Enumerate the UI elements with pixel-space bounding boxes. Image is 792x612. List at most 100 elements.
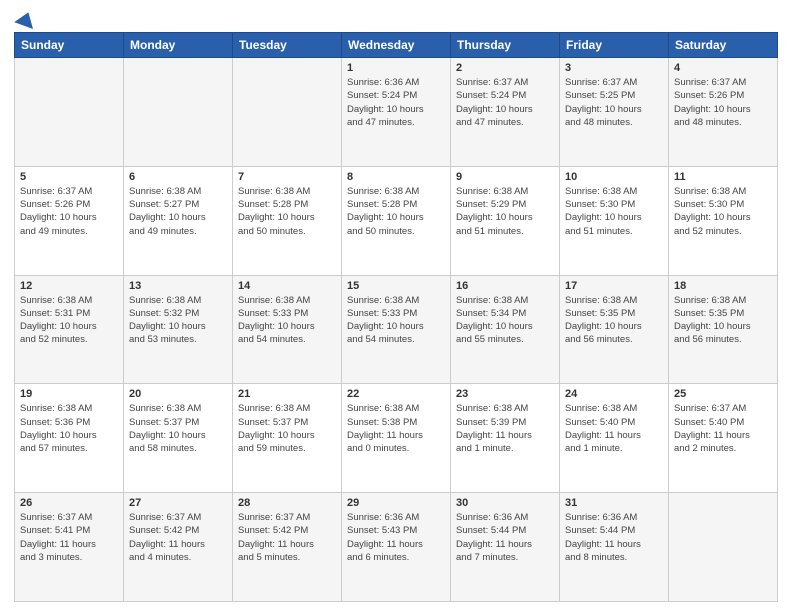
calendar-cell: 16Sunrise: 6:38 AM Sunset: 5:34 PM Dayli… [451,275,560,384]
day-number: 13 [129,280,227,292]
calendar-cell: 10 Sunrise: 6:38 AM Sunset: 5:30 PM Dayli… [560,166,669,275]
calendar-cell: 17 Sunrise: 6:38 AM Sunset: 5:35 PM Dayli… [560,275,669,384]
day-info: Sunrise: 6:37 AM Sunset: 5:25 PM Dayligh… [565,76,663,129]
day-info: Sunrise: 6:38 AM Sunset: 5:33 PM Dayligh… [238,294,336,347]
calendar-cell: 12 Sunrise: 6:38 AM Sunset: 5:31 PM Dayli… [15,275,124,384]
day-info: Sunrise: 6:38 AM Sunset: 5:28 PM Dayligh… [238,185,336,238]
calendar-cell: 19 Sunrise: 6:38 AM Sunset: 5:36 PM Dayli… [15,384,124,493]
calendar-cell: 5 Sunrise: 6:37 AM Sunset: 5:26 PM Daylig… [15,166,124,275]
calendar-cell: 7 Sunrise: 6:38 AM Sunset: 5:28 PM Daylig… [233,166,342,275]
day-info: Sunrise: 6:38 AM Sunset: 5:35 PM Dayligh… [565,294,663,347]
day-info: Sunrise: 6:38 AM Sunset: 5:33 PM Dayligh… [347,294,445,347]
week-row: 5 Sunrise: 6:37 AM Sunset: 5:26 PM Daylig… [15,166,778,275]
day-info: Sunrise: 6:38 AM Sunset: 5:30 PM Dayligh… [565,185,663,238]
calendar-cell: 4 Sunrise: 6:37 AM Sunset: 5:26 PM Daylig… [669,58,778,167]
day-number: 5 [20,171,118,183]
day-info: Sunrise: 6:38 AM Sunset: 5:40 PM Dayligh… [565,402,663,455]
day-info: Sunrise: 6:37 AM Sunset: 5:41 PM Dayligh… [20,511,118,564]
calendar-cell: 20 Sunrise: 6:38 AM Sunset: 5:37 PM Dayli… [124,384,233,493]
header-row: SundayMondayTuesdayWednesdayThursdayFrid… [15,33,778,58]
day-info: Sunrise: 6:36 AM Sunset: 5:43 PM Dayligh… [347,511,445,564]
day-number: 8 [347,171,445,183]
calendar-cell: 21Sunrise: 6:38 AM Sunset: 5:37 PM Dayli… [233,384,342,493]
calendar-cell: 22 Sunrise: 6:38 AM Sunset: 5:38 PM Dayli… [342,384,451,493]
logo-triangle-icon [14,9,38,29]
calendar-cell [15,58,124,167]
day-info: Sunrise: 6:36 AM Sunset: 5:44 PM Dayligh… [456,511,554,564]
day-number: 26 [20,497,118,509]
day-number: 12 [20,280,118,292]
calendar-cell: 2 Sunrise: 6:37 AM Sunset: 5:24 PM Daylig… [451,58,560,167]
calendar-cell: 13Sunrise: 6:38 AM Sunset: 5:32 PM Dayli… [124,275,233,384]
day-header-wednesday: Wednesday [342,33,451,58]
day-number: 9 [456,171,554,183]
day-number: 6 [129,171,227,183]
day-info: Sunrise: 6:38 AM Sunset: 5:36 PM Dayligh… [20,402,118,455]
day-header-saturday: Saturday [669,33,778,58]
calendar-cell: 30 Sunrise: 6:36 AM Sunset: 5:44 PM Dayli… [451,493,560,602]
calendar-table: SundayMondayTuesdayWednesdayThursdayFrid… [14,32,778,602]
calendar-cell: 18Sunrise: 6:38 AM Sunset: 5:35 PM Dayli… [669,275,778,384]
calendar-cell [669,493,778,602]
calendar-cell: 29Sunrise: 6:36 AM Sunset: 5:43 PM Dayli… [342,493,451,602]
day-info: Sunrise: 6:38 AM Sunset: 5:39 PM Dayligh… [456,402,554,455]
calendar-cell: 15 Sunrise: 6:38 AM Sunset: 5:33 PM Dayli… [342,275,451,384]
day-number: 10 [565,171,663,183]
day-info: Sunrise: 6:38 AM Sunset: 5:38 PM Dayligh… [347,402,445,455]
logo [14,12,36,26]
day-number: 30 [456,497,554,509]
day-info: Sunrise: 6:37 AM Sunset: 5:42 PM Dayligh… [238,511,336,564]
calendar-cell: 9 Sunrise: 6:38 AM Sunset: 5:29 PM Daylig… [451,166,560,275]
calendar-cell: 26 Sunrise: 6:37 AM Sunset: 5:41 PM Dayli… [15,493,124,602]
calendar-cell [124,58,233,167]
day-number: 1 [347,62,445,74]
day-number: 19 [20,388,118,400]
week-row: 26 Sunrise: 6:37 AM Sunset: 5:41 PM Dayli… [15,493,778,602]
calendar-cell: 1 Sunrise: 6:36 AM Sunset: 5:24 PM Daylig… [342,58,451,167]
day-info: Sunrise: 6:38 AM Sunset: 5:35 PM Dayligh… [674,294,772,347]
calendar-cell: 14Sunrise: 6:38 AM Sunset: 5:33 PM Dayli… [233,275,342,384]
day-number: 22 [347,388,445,400]
day-info: Sunrise: 6:38 AM Sunset: 5:34 PM Dayligh… [456,294,554,347]
day-number: 2 [456,62,554,74]
day-info: Sunrise: 6:37 AM Sunset: 5:24 PM Dayligh… [456,76,554,129]
day-number: 11 [674,171,772,183]
day-number: 4 [674,62,772,74]
day-number: 23 [456,388,554,400]
calendar-cell [233,58,342,167]
header [14,12,778,26]
day-number: 24 [565,388,663,400]
day-info: Sunrise: 6:38 AM Sunset: 5:37 PM Dayligh… [129,402,227,455]
day-number: 25 [674,388,772,400]
day-info: Sunrise: 6:36 AM Sunset: 5:24 PM Dayligh… [347,76,445,129]
day-number: 27 [129,497,227,509]
calendar-cell: 6 Sunrise: 6:38 AM Sunset: 5:27 PM Daylig… [124,166,233,275]
day-info: Sunrise: 6:38 AM Sunset: 5:31 PM Dayligh… [20,294,118,347]
day-number: 28 [238,497,336,509]
calendar-cell: 25 Sunrise: 6:37 AM Sunset: 5:40 PM Dayli… [669,384,778,493]
day-number: 20 [129,388,227,400]
day-info: Sunrise: 6:37 AM Sunset: 5:26 PM Dayligh… [674,76,772,129]
week-row: 12 Sunrise: 6:38 AM Sunset: 5:31 PM Dayli… [15,275,778,384]
calendar-cell: 8 Sunrise: 6:38 AM Sunset: 5:28 PM Daylig… [342,166,451,275]
day-header-friday: Friday [560,33,669,58]
calendar-cell: 28 Sunrise: 6:37 AM Sunset: 5:42 PM Dayli… [233,493,342,602]
day-header-thursday: Thursday [451,33,560,58]
day-info: Sunrise: 6:38 AM Sunset: 5:28 PM Dayligh… [347,185,445,238]
day-number: 7 [238,171,336,183]
page: SundayMondayTuesdayWednesdayThursdayFrid… [0,0,792,612]
day-header-tuesday: Tuesday [233,33,342,58]
day-number: 17 [565,280,663,292]
day-header-monday: Monday [124,33,233,58]
day-info: Sunrise: 6:38 AM Sunset: 5:27 PM Dayligh… [129,185,227,238]
day-info: Sunrise: 6:37 AM Sunset: 5:26 PM Dayligh… [20,185,118,238]
day-number: 3 [565,62,663,74]
day-info: Sunrise: 6:37 AM Sunset: 5:40 PM Dayligh… [674,402,772,455]
week-row: 1 Sunrise: 6:36 AM Sunset: 5:24 PM Daylig… [15,58,778,167]
day-info: Sunrise: 6:38 AM Sunset: 5:29 PM Dayligh… [456,185,554,238]
day-number: 15 [347,280,445,292]
day-info: Sunrise: 6:38 AM Sunset: 5:30 PM Dayligh… [674,185,772,238]
day-number: 31 [565,497,663,509]
calendar-cell: 24 Sunrise: 6:38 AM Sunset: 5:40 PM Dayli… [560,384,669,493]
day-header-sunday: Sunday [15,33,124,58]
